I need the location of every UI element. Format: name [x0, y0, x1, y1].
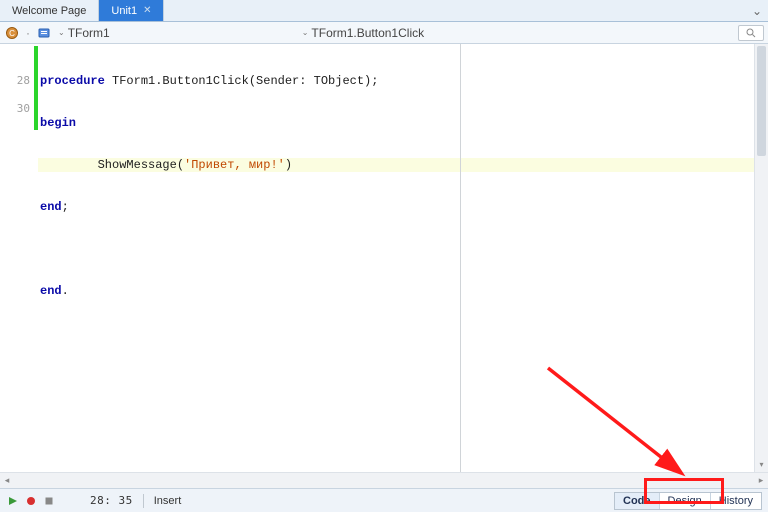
cursor-position: 28: 35	[90, 494, 133, 507]
close-icon[interactable]: ✕	[143, 5, 151, 16]
stop-icon[interactable]	[42, 494, 56, 508]
scroll-left-icon[interactable]: ◂	[0, 475, 14, 486]
separator	[143, 494, 144, 508]
method-name: TForm1.Button1Click	[311, 26, 424, 40]
search-box[interactable]	[738, 25, 764, 41]
scrollbar-thumb[interactable]	[757, 46, 766, 156]
run-icon[interactable]	[6, 494, 20, 508]
separator-icon: ·	[26, 26, 30, 40]
method-icon	[36, 25, 52, 41]
code-area[interactable]: procedure TForm1.Button1Click(Sender: TO…	[38, 44, 768, 472]
line-number: 28	[0, 74, 34, 88]
view-tab-code[interactable]: Code	[615, 493, 660, 509]
record-icon[interactable]	[24, 494, 38, 508]
svg-text:C: C	[9, 29, 15, 38]
code-editor[interactable]: 28 30 procedure TForm1.Button1Click(Send…	[0, 44, 768, 472]
view-switcher: Code Design History	[614, 492, 762, 510]
horizontal-scrollbar[interactable]: ◂ ▸	[0, 472, 768, 488]
file-tab-bar: Welcome Page Unit1 ✕ ⌄	[0, 0, 768, 22]
tab-welcome-page[interactable]: Welcome Page	[0, 0, 99, 21]
insert-mode: Insert	[154, 495, 182, 507]
class-name: TForm1	[68, 26, 110, 40]
tab-label: Unit1	[111, 5, 137, 17]
line-number: 30	[0, 102, 34, 116]
class-dropdown[interactable]: ⌄TForm1	[58, 26, 110, 40]
search-icon	[746, 28, 756, 38]
vertical-guide	[460, 44, 461, 472]
tab-label: Welcome Page	[12, 5, 86, 17]
current-line: ShowMessage('Привет, мир!')	[38, 158, 768, 172]
view-tab-history[interactable]: History	[711, 493, 761, 509]
status-bar: 28: 35 Insert Code Design History	[0, 488, 768, 512]
scroll-down-icon[interactable]: ▾	[755, 458, 768, 472]
tab-overflow-chevron-icon[interactable]: ⌄	[746, 0, 768, 21]
class-icon: C	[4, 25, 20, 41]
line-number-gutter: 28 30	[0, 44, 34, 472]
view-tab-design[interactable]: Design	[660, 493, 711, 509]
method-dropdown[interactable]: ⌄TForm1.Button1Click	[302, 26, 424, 40]
vertical-scrollbar[interactable]: ▾	[754, 44, 768, 472]
tab-unit1[interactable]: Unit1 ✕	[99, 0, 164, 21]
code-navigator-bar: C · ⌄TForm1 ⌄TForm1.Button1Click	[0, 22, 768, 44]
scroll-right-icon[interactable]: ▸	[754, 475, 768, 486]
